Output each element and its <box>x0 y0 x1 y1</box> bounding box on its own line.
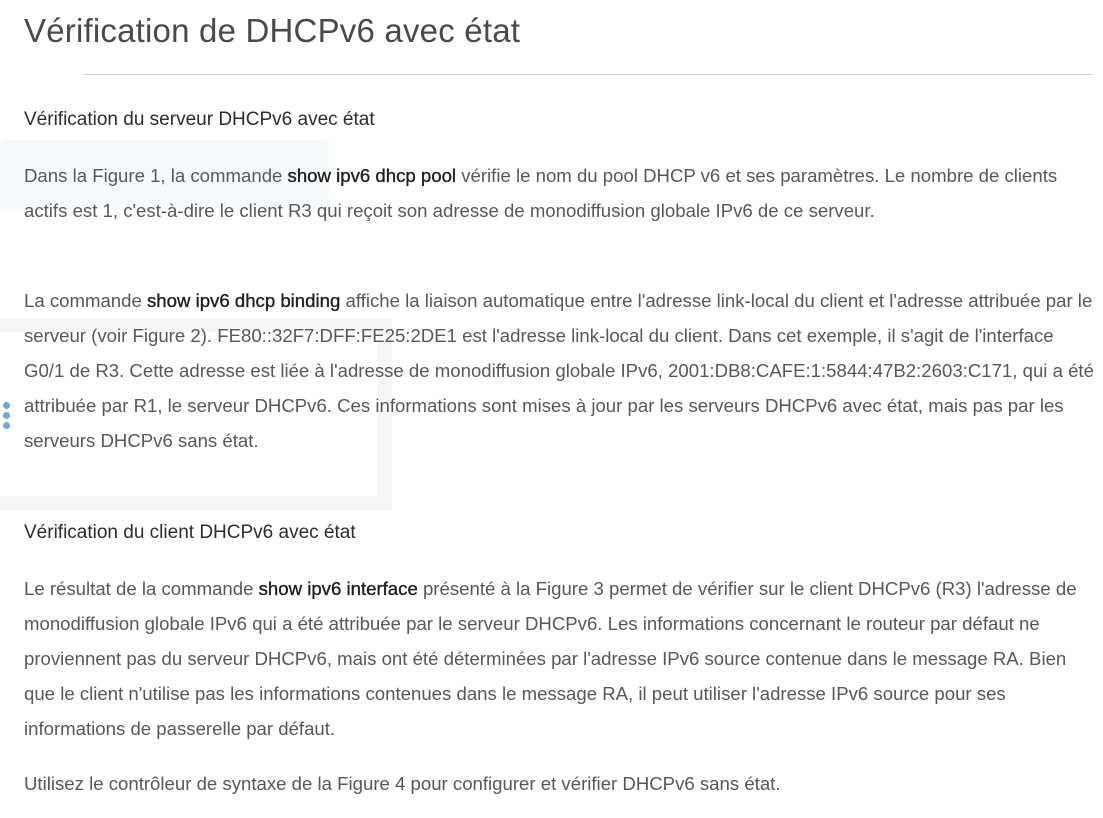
page-header: Vérification de DHCPv6 avec état <box>24 0 1094 51</box>
page-title: Vérification de DHCPv6 avec état <box>24 12 521 49</box>
paragraph-client-interface: Le résultat de la commande show ipv6 int… <box>24 571 1094 746</box>
title-divider <box>84 74 1092 75</box>
command-show-ipv6-interface: show ipv6 interface <box>258 578 418 599</box>
paragraph-text: Dans la Figure 1, la commande <box>24 165 288 186</box>
paragraph-text: La commande <box>24 290 147 311</box>
background-more-icon <box>3 402 11 432</box>
section-heading-server: Vérification du serveur DHCPv6 avec état <box>24 109 375 130</box>
paragraph-text: Le résultat de la commande <box>24 578 259 599</box>
paragraph-text: Utilisez le contrôleur de syntaxe de la … <box>24 773 781 794</box>
section-heading-client: Vérification du client DHCPv6 avec état <box>24 522 356 543</box>
paragraph-syntax-checker: Utilisez le contrôleur de syntaxe de la … <box>24 766 1094 801</box>
paragraph-text: présenté à la Figure 3 permet de vérifie… <box>24 578 1077 739</box>
command-show-ipv6-dhcp-pool: show ipv6 dhcp pool <box>287 165 457 186</box>
paragraph-server-binding: La commande show ipv6 dhcp binding affic… <box>24 283 1094 458</box>
paragraph-text: affiche la liaison automatique entre l'a… <box>24 290 1094 451</box>
paragraph-server-pool: Dans la Figure 1, la commande show ipv6 … <box>24 158 1094 228</box>
command-show-ipv6-dhcp-binding: show ipv6 dhcp binding <box>147 290 341 311</box>
